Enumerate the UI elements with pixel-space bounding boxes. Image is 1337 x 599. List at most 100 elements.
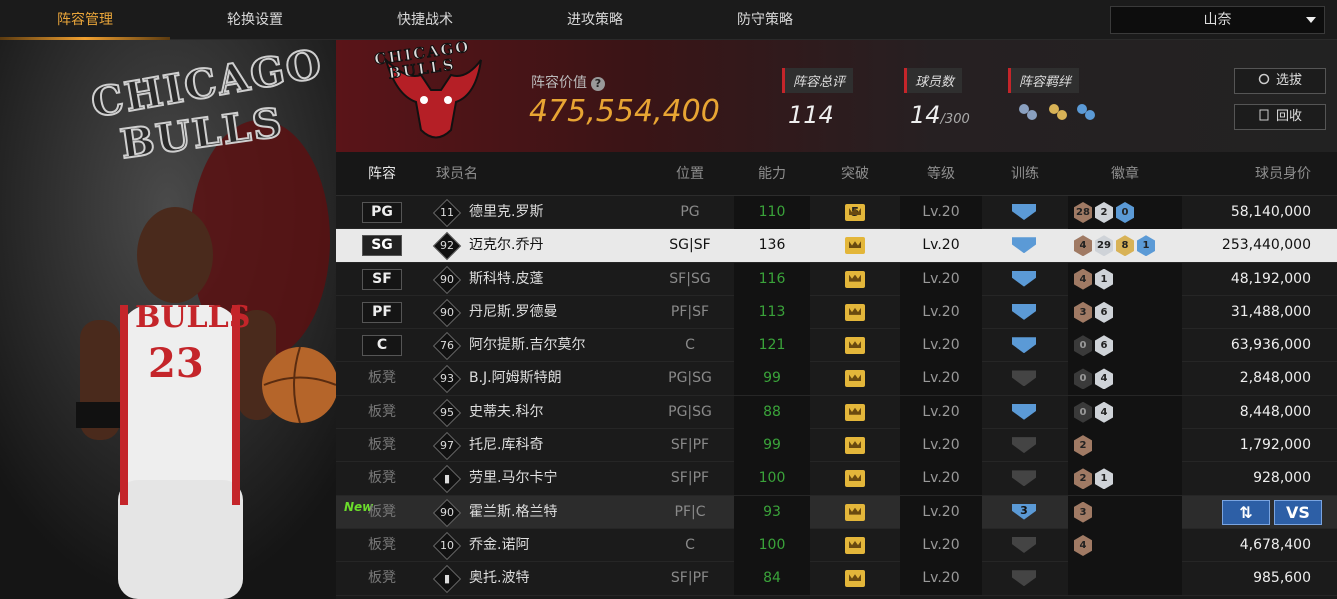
draft-button[interactable]: 选拔 — [1234, 68, 1326, 94]
badges-cell[interactable]: 3 — [1068, 496, 1182, 529]
breakthrough-cell[interactable] — [810, 496, 900, 529]
bond-icons[interactable] — [1016, 101, 1096, 129]
table-row[interactable]: PF 90 丹尼斯.罗德曼 PF|SF 113 Lv.20 36 31,488,… — [336, 295, 1337, 330]
lineup-role-badge: C — [362, 335, 402, 357]
badges-cell[interactable]: 36 — [1068, 296, 1182, 329]
col-lineup[interactable]: 阵容 — [356, 152, 408, 196]
col-player-value[interactable]: 球员身价 — [1182, 152, 1327, 196]
player-ovr: 92 — [440, 239, 454, 253]
breakthrough-cell[interactable]: 5 — [810, 196, 900, 229]
training-cell[interactable] — [982, 329, 1068, 362]
player-ovr: 90 — [440, 305, 454, 319]
crown-icon — [845, 437, 865, 455]
col-training[interactable]: 训练 — [982, 152, 1068, 196]
badges-cell[interactable]: 21 — [1068, 462, 1182, 495]
vs-button[interactable]: VS — [1274, 499, 1322, 525]
breakthrough-cell[interactable] — [810, 562, 900, 595]
table-row[interactable]: New 板凳 90 霍兰斯.格兰特 PF|C 93 Lv.20 3 3 3 ⇅V… — [336, 495, 1337, 529]
training-cell[interactable]: 3 — [982, 496, 1068, 529]
badges-cell[interactable]: 41 — [1068, 263, 1182, 296]
player-name[interactable]: 斯科特.皮蓬 — [469, 263, 543, 296]
training-cell[interactable] — [982, 529, 1068, 562]
player-level: Lv.20 — [922, 437, 960, 454]
badges-cell[interactable]: 06 — [1068, 329, 1182, 362]
recycle-button[interactable]: 回收 — [1234, 104, 1326, 130]
table-row[interactable]: 板凳 93 B.J.阿姆斯特朗 PG|SG 99 Lv.20 04 2,848,… — [336, 362, 1337, 396]
player-name[interactable]: 德里克.罗斯 — [469, 196, 543, 229]
player-name[interactable]: B.J.阿姆斯特朗 — [469, 362, 562, 395]
badges-cell[interactable]: 28 2 0 — [1068, 196, 1182, 229]
training-cell[interactable] — [982, 229, 1068, 262]
col-level[interactable]: 等级 — [900, 152, 982, 196]
player-name[interactable]: 奥托.波特 — [469, 562, 529, 595]
badges-cell[interactable]: 04 — [1068, 396, 1182, 429]
training-cell[interactable] — [982, 562, 1068, 595]
badges-cell[interactable] — [1068, 562, 1182, 595]
player-name[interactable]: 劳里.马尔卡宁 — [469, 462, 557, 495]
player-name[interactable]: 史蒂夫.科尔 — [469, 396, 543, 429]
tab-offense-strategy[interactable]: 进攻策略 — [510, 0, 680, 40]
training-cell[interactable] — [982, 362, 1068, 395]
table-row[interactable]: PG 11 德里克.罗斯 PG 110 5 Lv.20 28 2 0 58,140,… — [336, 196, 1337, 230]
player-ovr: 90 — [440, 272, 454, 286]
breakthrough-cell[interactable] — [810, 429, 900, 462]
breakthrough-cell[interactable] — [810, 529, 900, 562]
player-ability: 100 — [758, 470, 786, 487]
player-ovr: 95 — [440, 405, 454, 419]
lineup-role-bench: 板凳 — [368, 403, 396, 420]
crown-icon — [845, 470, 865, 488]
badge-hex-icon: 4 — [1095, 368, 1113, 390]
help-icon[interactable]: ? — [591, 77, 605, 91]
col-ability[interactable]: 能力 — [734, 152, 810, 196]
swap-button[interactable]: ⇅ — [1222, 499, 1270, 525]
badges-cell[interactable]: 04 — [1068, 362, 1182, 395]
player-name[interactable]: 霍兰斯.格兰特 — [469, 496, 557, 529]
table-row[interactable]: C 76 阿尔提斯.吉尔莫尔 C 121 Lv.20 06 63,936,000 — [336, 329, 1337, 363]
training-cell[interactable] — [982, 462, 1068, 495]
player-name[interactable]: 托尼.库科奇 — [469, 429, 543, 462]
tab-quick-tactics[interactable]: 快捷战术 — [340, 0, 510, 40]
team-select-dropdown[interactable]: 山奈 — [1110, 6, 1325, 34]
crown-icon — [845, 503, 865, 521]
breakthrough-cell[interactable] — [810, 362, 900, 395]
tab-rotation-settings[interactable]: 轮换设置 — [170, 0, 340, 40]
training-cell[interactable] — [982, 396, 1068, 429]
player-name[interactable]: 丹尼斯.罗德曼 — [469, 296, 557, 329]
table-row[interactable]: SG 92 迈克尔.乔丹 SG|SF 136 Lv.20 4 29 8 1 253,4… — [336, 229, 1337, 263]
player-name[interactable]: 乔金.诺阿 — [469, 529, 529, 562]
col-player-name[interactable]: 球员名 — [436, 152, 496, 196]
player-name[interactable]: 迈克尔.乔丹 — [469, 229, 543, 262]
badge-hex-icon: 3 — [1074, 301, 1092, 323]
table-row[interactable]: 板凳 95 史蒂夫.科尔 PG|SG 88 Lv.20 04 8,448,000 — [336, 395, 1337, 430]
table-row[interactable]: 板凳 97 托尼.库科奇 SF|PF 99 Lv.20 2 1,792,000 — [336, 429, 1337, 463]
training-cell[interactable] — [982, 196, 1068, 229]
training-cell[interactable] — [982, 263, 1068, 296]
player-position: PG|SG — [668, 403, 712, 420]
tab-lineup-management[interactable]: 阵容管理 — [0, 0, 170, 40]
col-badges[interactable]: 徽章 — [1068, 152, 1182, 196]
breakthrough-cell[interactable] — [810, 263, 900, 296]
player-value: 58,140,000 — [1230, 204, 1311, 220]
badges-cell[interactable]: 4 29 8 1 — [1068, 229, 1182, 262]
table-row[interactable]: SF 90 斯科特.皮蓬 SF|SG 116 Lv.20 41 48,192,0… — [336, 262, 1337, 296]
player-position: C — [685, 536, 695, 553]
breakthrough-cell[interactable] — [810, 329, 900, 362]
training-cell[interactable] — [982, 296, 1068, 329]
breakthrough-cell[interactable] — [810, 462, 900, 495]
badges-cell[interactable]: 4 — [1068, 529, 1182, 562]
col-position[interactable]: 位置 — [646, 152, 734, 196]
breakthrough-cell[interactable] — [810, 296, 900, 329]
table-row[interactable]: 板凳 ▮ 劳里.马尔卡宁 SF|PF 100 Lv.20 21 928,000 — [336, 462, 1337, 496]
badge-hex-icon: 4 — [1074, 235, 1092, 257]
col-breakthrough[interactable]: 突破 — [810, 152, 900, 196]
player-position: SF|PF — [670, 437, 710, 454]
breakthrough-cell[interactable] — [810, 229, 900, 262]
table-row[interactable]: 板凳 ▮ 奥托.波特 SF|PF 84 Lv.20 985,600 — [336, 562, 1337, 596]
badges-cell[interactable]: 2 — [1068, 429, 1182, 462]
breakthrough-cell[interactable] — [810, 396, 900, 429]
tab-defense-strategy[interactable]: 防守策略 — [680, 0, 850, 40]
player-name[interactable]: 阿尔提斯.吉尔莫尔 — [469, 329, 585, 362]
player-ability: 93 — [763, 503, 781, 520]
table-row[interactable]: 板凳 10 乔金.诺阿 C 100 Lv.20 4 4,678,400 — [336, 528, 1337, 563]
training-cell[interactable] — [982, 429, 1068, 462]
